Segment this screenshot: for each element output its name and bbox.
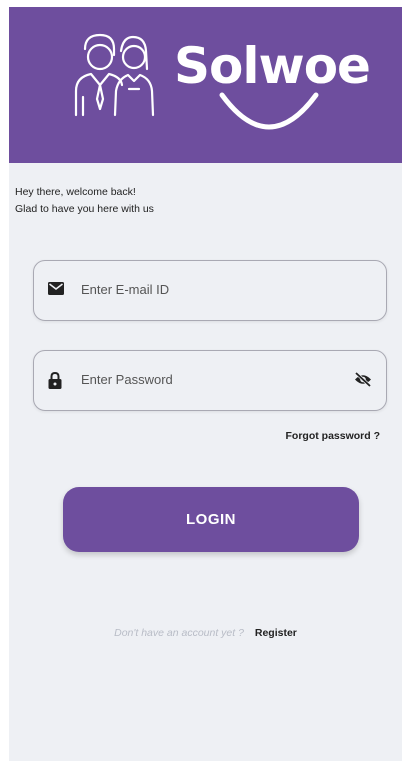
eye-off-icon[interactable] — [354, 372, 372, 387]
register-link[interactable]: Register — [255, 627, 297, 639]
register-question: Don't have an account yet ? — [114, 627, 244, 639]
password-field[interactable]: Enter Password — [33, 350, 387, 411]
email-field[interactable]: Enter E-mail ID — [33, 260, 387, 321]
email-placeholder: Enter E-mail ID — [81, 282, 170, 297]
lock-icon — [48, 372, 62, 389]
login-screen: Solwoe Hey there, welcome back! Glad to … — [9, 7, 402, 761]
smile-logo-icon — [219, 92, 319, 130]
forgot-password-link[interactable]: Forgot password ? — [286, 430, 381, 442]
password-placeholder: Enter Password — [81, 372, 173, 387]
login-button[interactable]: LOGIN — [63, 487, 359, 552]
app-header: Solwoe — [9, 7, 402, 163]
greeting-line-2: Glad to have you here with us — [15, 203, 154, 215]
register-prompt: Don't have an account yet ? Register — [9, 627, 402, 639]
envelope-icon — [48, 282, 64, 295]
brand-logo: Solwoe — [174, 31, 371, 143]
greeting-line-1: Hey there, welcome back! — [15, 186, 136, 198]
two-people-icon — [74, 33, 155, 117]
greeting-message: Hey there, welcome back! Glad to have yo… — [15, 184, 154, 218]
